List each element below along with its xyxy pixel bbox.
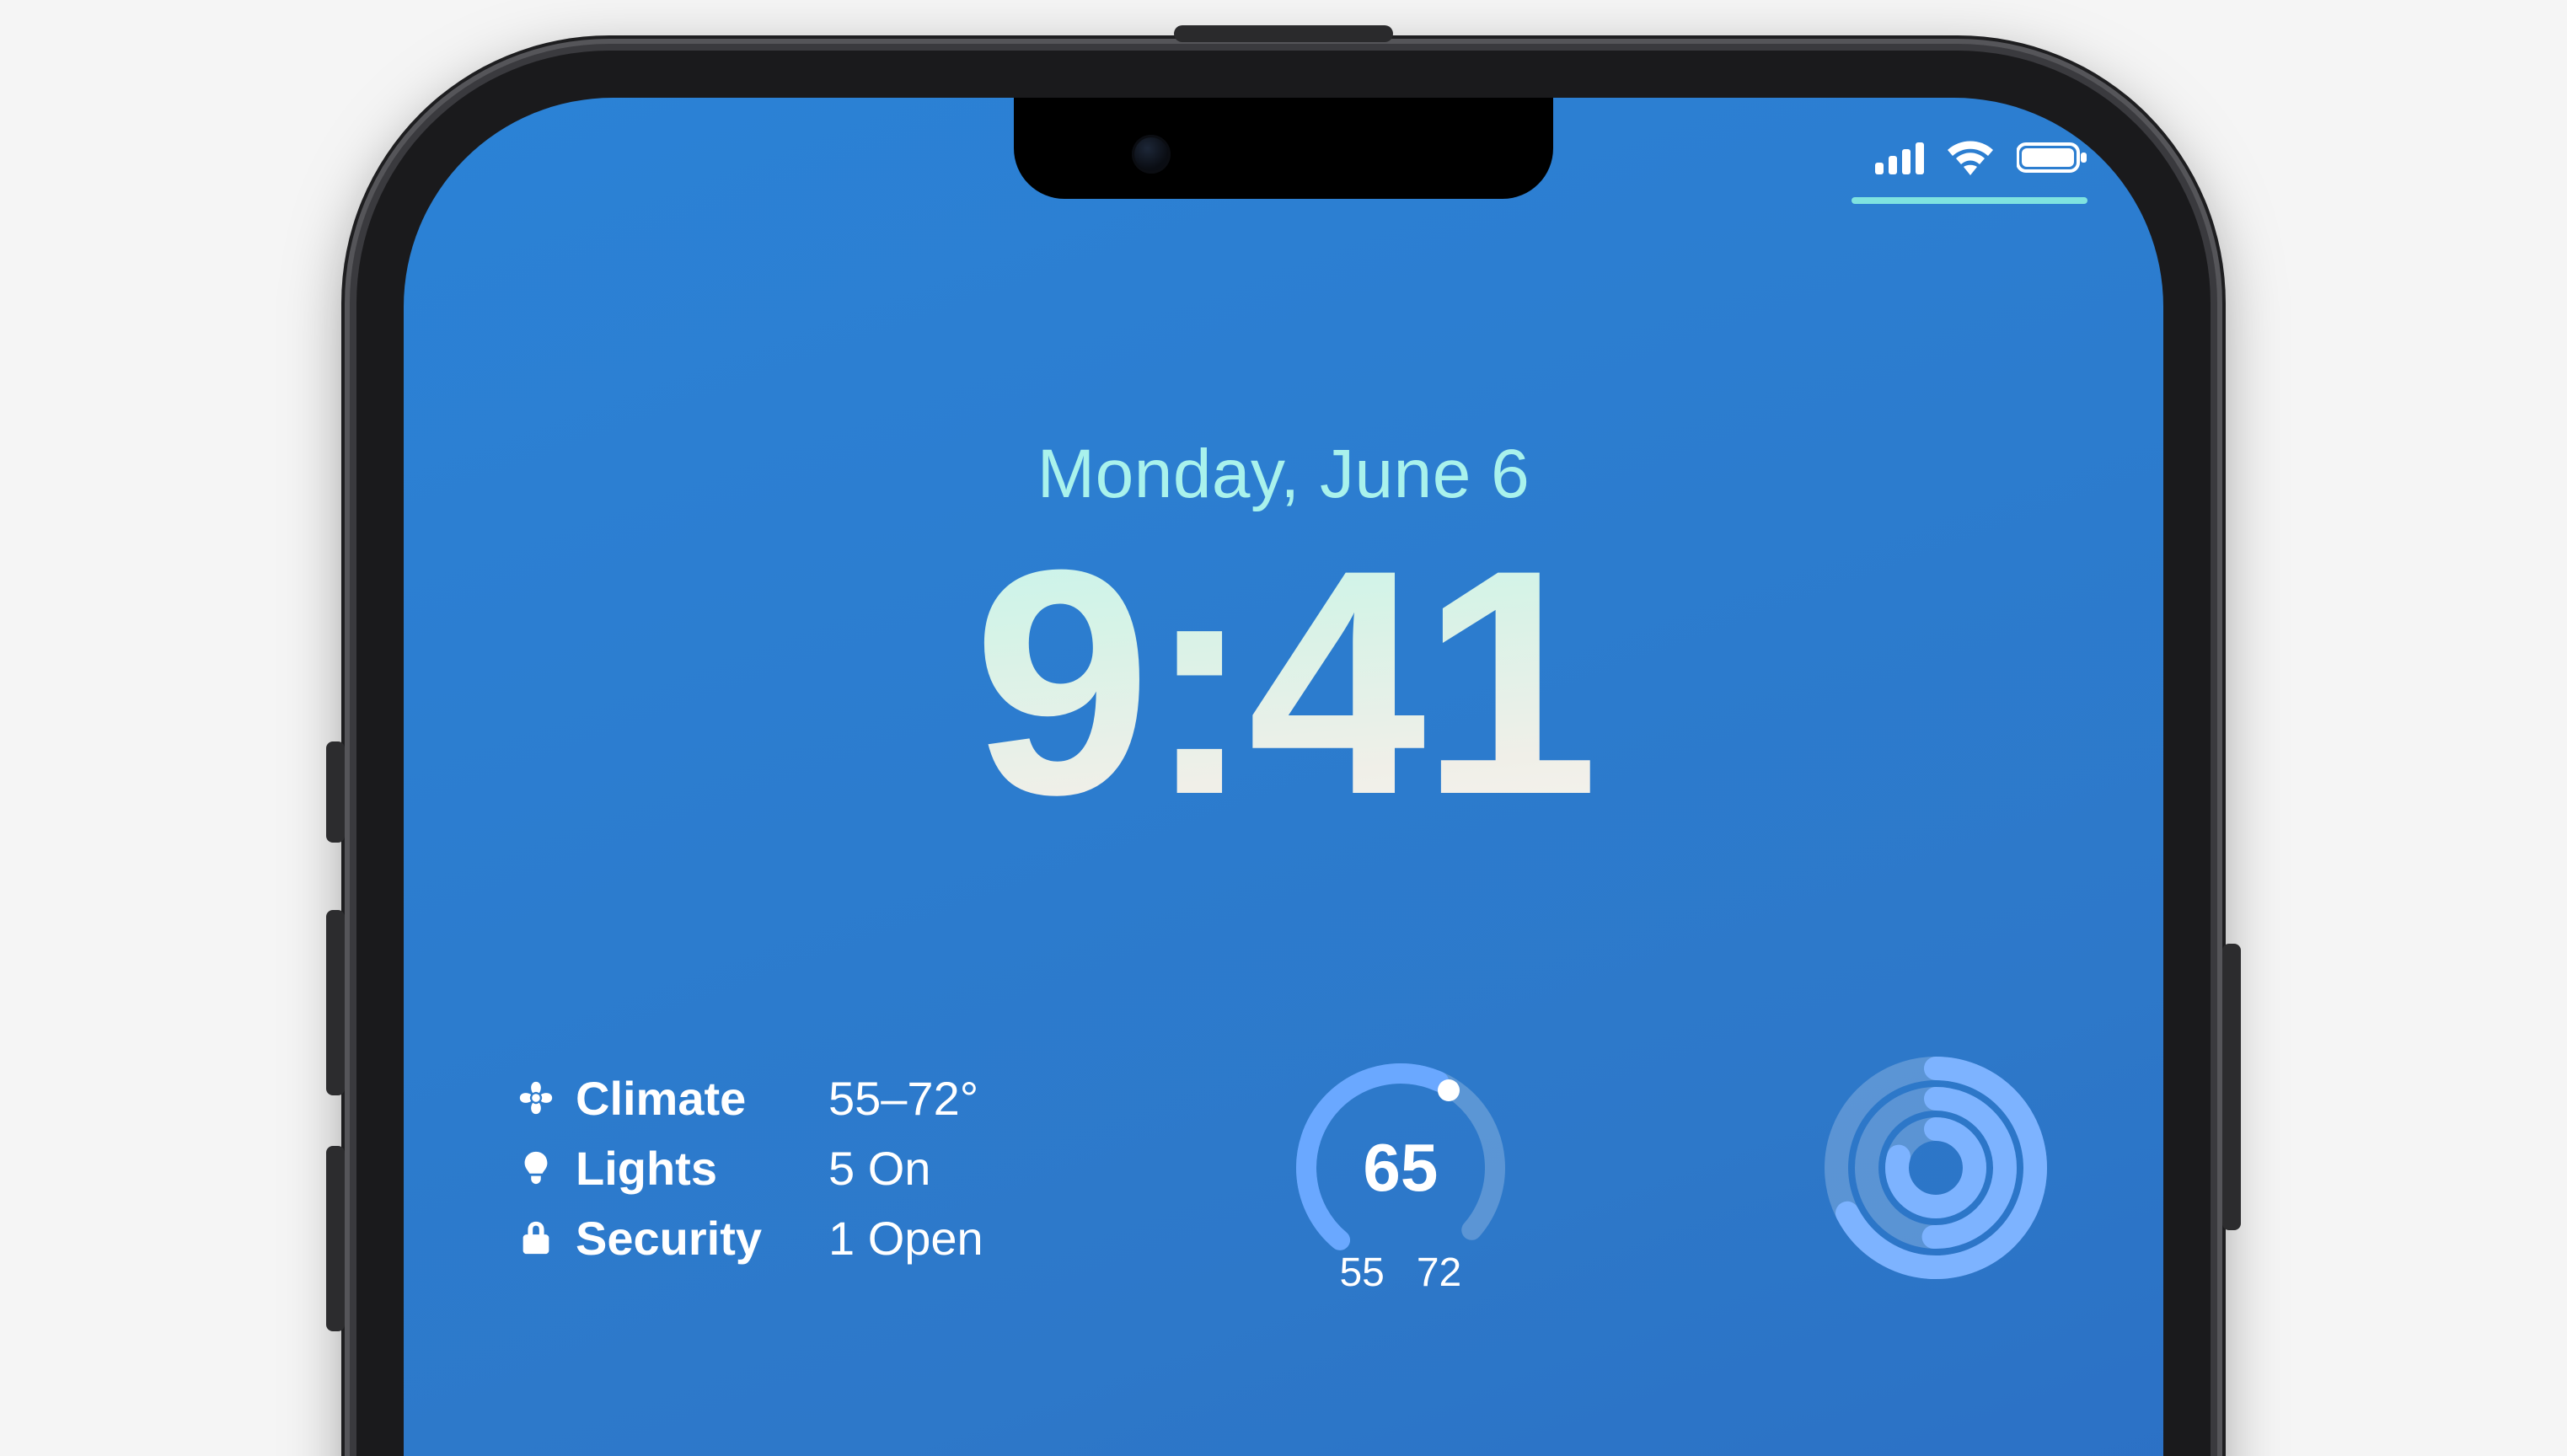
lock-icon (513, 1211, 559, 1266)
temperature-low: 55 (1339, 1250, 1384, 1296)
temperature-high: 72 (1417, 1250, 1461, 1296)
home-row-value: 55–72° (828, 1071, 983, 1126)
status-underline (1852, 197, 2087, 204)
lockscreen-time: 9:41 (404, 522, 2163, 843)
status-bar (1875, 140, 2087, 175)
home-row-label: Climate (576, 1071, 812, 1126)
home-widget[interactable]: Climate 55–72° Lights 5 On Security 1 Op… (513, 1071, 983, 1266)
home-row-value: 5 On (828, 1141, 983, 1196)
volume-down-button[interactable] (326, 1146, 345, 1331)
home-row-label: Security (576, 1211, 812, 1266)
lockscreen-date: Monday, June 6 (404, 435, 2163, 514)
activity-rings-widget[interactable] (1818, 1050, 2054, 1286)
wifi-icon (1946, 140, 1995, 175)
bulb-icon (513, 1141, 559, 1196)
cellular-signal-icon (1875, 141, 1924, 174)
volume-up-button[interactable] (326, 910, 345, 1095)
home-row-value: 1 Open (828, 1211, 983, 1266)
phone-body: Monday, June 6 9:41 Climate 55–72° Light… (356, 51, 2211, 1456)
battery-icon (2017, 141, 2087, 174)
front-camera (1132, 135, 1171, 174)
notch (1014, 98, 1553, 199)
temperature-widget[interactable]: 65 55 72 (1283, 1050, 1519, 1286)
fan-icon (513, 1071, 559, 1126)
earpiece-speaker (1174, 25, 1393, 42)
mute-switch[interactable] (326, 741, 345, 843)
widgets-row: Climate 55–72° Lights 5 On Security 1 Op… (513, 1050, 2054, 1286)
power-button[interactable] (2222, 944, 2241, 1230)
home-row-label: Lights (576, 1141, 812, 1196)
lock-screen[interactable]: Monday, June 6 9:41 Climate 55–72° Light… (404, 98, 2163, 1456)
